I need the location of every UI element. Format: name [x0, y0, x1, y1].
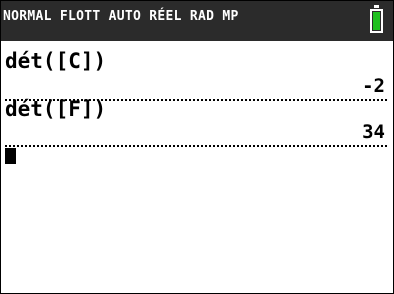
battery-icon — [370, 5, 383, 33]
history-result-1: -2 — [362, 75, 385, 97]
input-cursor[interactable] — [5, 148, 16, 164]
calculator-screen: NORMAL FLOTT AUTO RÉEL RAD MP dét([C]) -… — [0, 0, 394, 294]
battery-level-fill — [373, 12, 380, 30]
history-result-2: 34 — [362, 121, 385, 143]
history-input-1: dét([C]) — [5, 49, 107, 73]
history-input-2: dét([F]) — [5, 97, 107, 121]
mode-status-text: NORMAL FLOTT AUTO RÉEL RAD MP — [3, 9, 239, 24]
history-separator-2 — [5, 145, 387, 147]
status-bar: NORMAL FLOTT AUTO RÉEL RAD MP — [1, 1, 393, 41]
